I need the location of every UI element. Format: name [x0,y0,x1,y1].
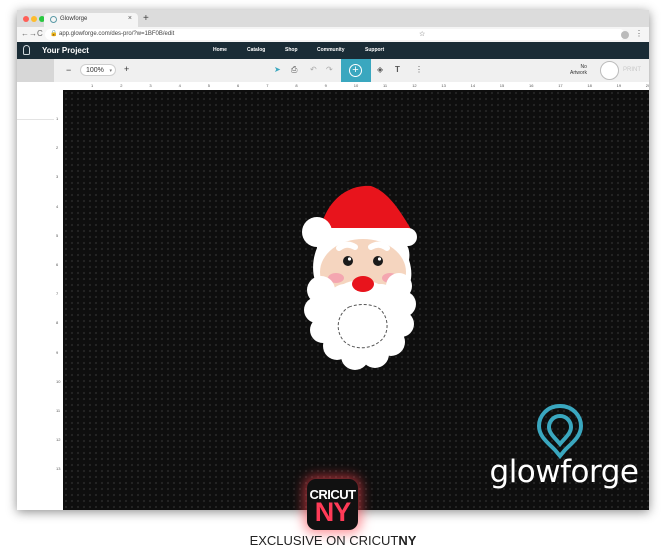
print-status-circle [600,61,619,80]
glowforge-wordmark: glowforge [489,454,639,490]
zoom-select[interactable]: 100% ▾ [80,64,116,76]
ruler-h-tick: 11 [383,83,388,88]
nav-link-catalog[interactable]: Catalog [247,47,265,53]
plus-icon: + [349,64,362,77]
ruler-h-tick: 15 [499,83,505,88]
print-preview-icon[interactable]: ⎙ [291,65,297,75]
close-window-icon[interactable] [23,16,29,22]
lock-icon: 🔒 [50,31,58,37]
ruler-v-tick: 4 [56,203,59,209]
add-artwork-button[interactable]: + [341,59,371,82]
glowforge-favicon-icon [50,16,57,23]
nav-link-community[interactable]: Community [317,47,345,53]
browser-menu-icon[interactable]: ⋮ [635,29,643,38]
back-button[interactable]: ← [21,29,29,38]
address-bar: ← → C 🔒 app.glowforge.com/des-pro/?w=1BF… [17,27,649,43]
ruler-h-tick: 1 [91,83,94,88]
ruler-v-tick: 2 [56,145,59,151]
ruler-h-tick: 18 [587,83,592,88]
browser-tab[interactable]: Glowforge × [44,13,138,27]
project-title[interactable]: Your Project [42,46,89,55]
ruler-v-tick: 11 [56,408,61,413]
ruler-h-tick: 13 [441,83,446,88]
ruler-h-tick: 10 [353,83,359,88]
ruler-h-tick: 16 [529,83,534,88]
ruler-h-tick: 9 [324,83,327,88]
tab-title: Glowforge [60,16,88,22]
browser-tab-strip: Glowforge × + [17,10,649,27]
ruler-h-tick: 19 [616,83,622,88]
undo-icon[interactable]: ↶ [310,65,317,74]
zoom-value: 100% [86,67,104,74]
reload-button[interactable]: C [37,29,43,38]
zoom-out-button[interactable]: − [66,65,71,75]
editor-toolbar: − 100% ▾ + ➤ ⎙ ↶ ↷ + ◈ T ⋮ No Artwork PR… [17,59,649,83]
redo-icon[interactable]: ↷ [326,65,333,74]
ruler-h-tick: 2 [120,83,123,88]
more-options-icon[interactable]: ⋮ [415,65,423,74]
ruler-v-tick: 3 [56,174,59,180]
url-field[interactable]: 🔒 app.glowforge.com/des-pro/?w=1BF0B/edi… [45,29,625,40]
ruler-h-tick: 5 [207,83,211,88]
badge-line2: NY [314,497,352,527]
chevron-down-icon: ▾ [109,68,112,74]
caption-prefix: EXCLUSIVE ON CRICUT [249,533,399,548]
ruler-v-tick: 13 [56,466,61,472]
ruler-v-tick: 1 [56,116,59,121]
left-panel [17,82,55,510]
shapes-icon[interactable]: ◈ [377,65,383,74]
ruler-v-tick: 8 [56,320,59,326]
panel-divider [17,119,54,120]
ruler-v-tick: 12 [56,437,61,443]
ruler-h-tick: 6 [237,83,240,88]
glowforge-logo-icon[interactable] [23,45,30,55]
bookmark-star-icon[interactable]: ☆ [419,29,425,40]
exclusive-caption: EXCLUSIVE ON CRICUTNY [0,533,666,548]
artwork-status: No Artwork [570,64,587,76]
ruler-h-tick: 20 [645,83,649,88]
tab-close-icon[interactable]: × [128,15,132,22]
text-tool-icon[interactable]: T [395,65,400,74]
design-canvas[interactable]: glowforge [63,90,649,510]
ruler-h-tick: 3 [149,83,152,88]
ruler-h-tick: 7 [266,83,269,88]
left-eye [343,256,353,266]
artwork-status-line2: Artwork [570,70,587,76]
ruler-h-tick: 4 [178,83,181,88]
ruler-v-tick: 6 [56,262,59,267]
forward-button[interactable]: → [29,29,37,38]
browser-window: Glowforge × + ← → C 🔒 app.glowforge.com/… [17,10,649,510]
santa-nose [352,276,374,292]
ruler-h-tick: 12 [412,83,417,88]
ruler-v-tick: 10 [56,378,61,384]
zoom-in-button[interactable]: + [124,64,129,74]
toolbar-side-panel [17,59,54,82]
caption-suffix: NY [398,533,417,548]
ruler-h-tick: 17 [558,83,563,88]
profile-avatar[interactable] [621,31,629,39]
glowforge-emblem-icon [536,403,584,460]
nav-link-support[interactable]: Support [365,47,384,53]
app-header: Your Project Home Catalog Shop Community… [17,42,649,59]
url-text: app.glowforge.com/des-pro/?w=1BF0B/edit [59,31,175,37]
ruler-v-tick: 7 [56,291,59,297]
minimize-window-icon[interactable] [31,16,37,22]
ruler-h-tick: 8 [295,83,298,88]
nav-link-home[interactable]: Home [213,47,227,53]
new-tab-button[interactable]: + [143,13,149,24]
print-button[interactable]: PRINT [623,67,641,73]
right-eye [373,256,383,266]
ruler-h-tick: 14 [470,83,476,88]
ruler-v-tick: 9 [56,349,59,355]
santa-artwork[interactable] [289,182,429,382]
nav-link-shop[interactable]: Shop [285,47,298,53]
cricutny-badge: CRICUT NY [307,479,358,530]
ruler-v-tick: 5 [56,232,59,238]
select-cursor-icon[interactable]: ➤ [274,65,281,74]
glowforge-watermark: glowforge [489,402,639,494]
